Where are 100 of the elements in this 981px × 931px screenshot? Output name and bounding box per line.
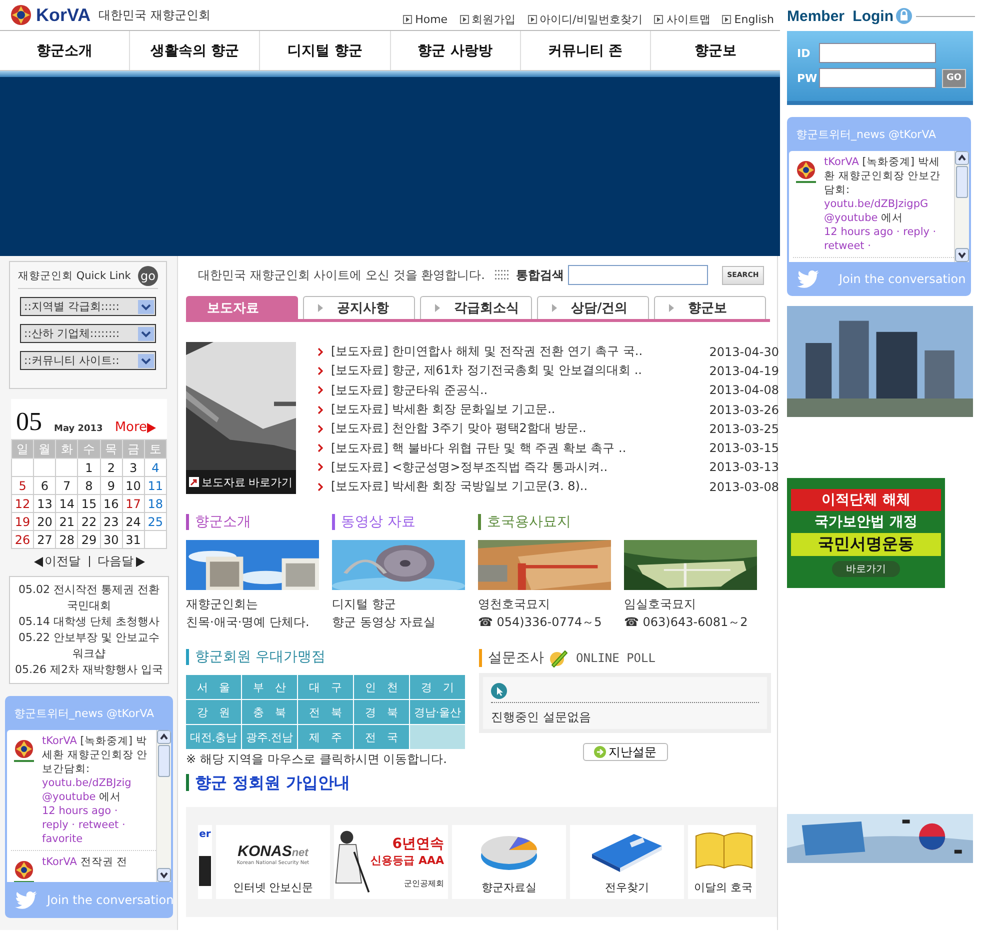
calendar-date[interactable]: 25	[144, 512, 166, 530]
id-field[interactable]	[819, 43, 936, 63]
calendar-date[interactable]: 13	[34, 494, 56, 512]
tab[interactable]: 각급회소식	[420, 296, 532, 319]
section-title[interactable]: 향군 정회원 가입안내	[186, 774, 355, 792]
header-link[interactable]: English	[722, 12, 774, 26]
schedule-item[interactable]: 05.22 안보부장 및 안보교수 워크샵	[12, 630, 166, 662]
news-link[interactable]: [보도자료] 핵 불바다 위협 규탄 및 핵 주권 확보 촉구 ..	[331, 440, 710, 457]
banner-card[interactable]: 전우찾기	[570, 825, 684, 900]
calendar-date[interactable]: 18	[144, 494, 166, 512]
calendar-date[interactable]: 17	[122, 494, 144, 512]
calendar-date[interactable]: 2	[100, 458, 122, 476]
calendar-date[interactable]: 9	[100, 476, 122, 494]
calendar-date[interactable]: 21	[56, 512, 78, 530]
weekday-header: 화	[56, 440, 78, 458]
tweet-link[interactable]: youtu.be/dZBJzig	[42, 777, 132, 789]
calendar-date[interactable]: 14	[56, 494, 78, 512]
go-button[interactable]: go	[138, 266, 158, 286]
mention-link[interactable]: @youtube	[42, 791, 96, 803]
dropdown[interactable]: ::지역별 각급회:::::	[20, 297, 156, 316]
calendar-date[interactable]: 11	[144, 476, 166, 494]
banner-card[interactable]: er	[198, 825, 212, 900]
nav-item[interactable]: 향군보	[650, 31, 780, 70]
news-link[interactable]: [보도자료] <향군성명>정부조직법 즉각 통과시켜..	[331, 458, 710, 476]
calendar-date[interactable]: 1	[78, 458, 100, 476]
more-link[interactable]: More	[114, 420, 156, 437]
nav-item[interactable]: 향군 사랑방	[390, 31, 520, 70]
schedule-item[interactable]: 05.02 전시작전 통제권 전환 국민대회	[12, 582, 166, 614]
scroll-thumb[interactable]	[956, 166, 968, 198]
header-link[interactable]: 사이트맵	[654, 12, 710, 26]
nav-item[interactable]: 생활속의 향군	[129, 31, 260, 70]
tab[interactable]: 상담/건의	[537, 296, 649, 319]
news-link[interactable]: [보도자료] 향군, 제61차 정기전국총회 및 안보결의대회 ..	[331, 362, 710, 380]
password-field[interactable]	[819, 68, 936, 88]
nav-item[interactable]: 커뮤니티 존	[520, 31, 650, 70]
weekday-header: 월	[34, 440, 56, 458]
news-link[interactable]: [보도자료] 박세환 회장 문화일보 기고문..	[331, 401, 710, 418]
scroll-thumb[interactable]	[158, 745, 170, 777]
ad-banner[interactable]: 6년연속 신용등급 AAA 군인공제회	[334, 825, 448, 900]
tweet-user-link[interactable]: tKorVA	[824, 156, 859, 168]
calendar-date[interactable]: 15	[78, 494, 100, 512]
scrollbar[interactable]	[954, 151, 969, 262]
calendar-date[interactable]: 3	[122, 458, 144, 476]
banner-card[interactable]: 이달의 호국	[688, 825, 756, 900]
calendar-date[interactable]: 19	[12, 512, 34, 530]
schedule-item[interactable]: 05.14 대학생 단체 초청행사	[12, 614, 166, 630]
login-button[interactable]: GO	[942, 68, 966, 88]
campaign-banner[interactable]: 이적단체 해체 국가보안법 개정 국민서명운동 바로가기	[787, 478, 945, 588]
nav-item[interactable]: 디지털 향군	[259, 31, 390, 70]
calendar-date[interactable]: 7	[56, 476, 78, 494]
scrollbar[interactable]	[156, 730, 171, 882]
news-link[interactable]: [보도자료] 향군타워 준공식..	[331, 382, 710, 399]
tab[interactable]: 공지사항	[303, 296, 415, 319]
search-field[interactable]	[568, 265, 708, 285]
tweet-action-link[interactable]: retweet ·	[78, 819, 126, 831]
scroll-down-icon[interactable]	[157, 868, 171, 882]
scroll-up-icon[interactable]	[157, 730, 171, 744]
tweet-user-link[interactable]: tKorVA	[42, 856, 77, 868]
dropdown[interactable]: ::산하 기업체::::::::	[20, 324, 156, 343]
logo-text[interactable]: KorVA	[36, 4, 91, 26]
calendar-date[interactable]: 24	[122, 512, 144, 530]
past-polls-button[interactable]: 지난설문	[582, 743, 668, 762]
header-link[interactable]: Home	[403, 12, 448, 26]
news-link[interactable]: [보도자료] 천안함 3주기 맞아 평택2함대 방문..	[331, 420, 710, 438]
mention-link[interactable]: @youtube	[824, 212, 878, 224]
banner-card[interactable]: 향군자료실	[452, 825, 566, 900]
tweet-action-link[interactable]: favorite	[42, 833, 83, 845]
calendar-date[interactable]: 23	[100, 512, 122, 530]
dots-icon	[494, 270, 511, 280]
calendar-date[interactable]: 16	[100, 494, 122, 512]
section-title: 동영상 자료	[332, 514, 465, 530]
calendar-date[interactable]: 22	[78, 512, 100, 530]
calendar-date[interactable]: 20	[34, 512, 56, 530]
news-link[interactable]: [보도자료] 박세환 회장 국방일보 기고문(3. 8)..	[331, 478, 710, 496]
tweet-user-link[interactable]: tKorVA	[42, 735, 77, 747]
calendar-date[interactable]: 6	[34, 476, 56, 494]
schedule-item[interactable]: 05.26 제2차 재박향행사 입국	[12, 662, 166, 678]
tweet-link[interactable]: youtu.be/dZBJzigpG	[824, 198, 928, 210]
calendar-date[interactable]: 5	[12, 476, 34, 494]
tweet-action-link[interactable]: reply ·	[903, 226, 936, 238]
news-link[interactable]: [보도자료] 한미연합사 해체 및 전작권 전환 연기 촉구 국..	[331, 343, 710, 360]
calendar-date[interactable]: 12	[12, 494, 34, 512]
scroll-up-icon[interactable]	[955, 151, 969, 165]
header-link[interactable]: 회원가입	[460, 12, 516, 26]
next-month-link[interactable]: 다음달	[98, 553, 144, 570]
tweet-action-link[interactable]: reply ·	[42, 819, 76, 831]
dropdown[interactable]: ::커뮤니티 사이트::	[20, 351, 156, 370]
tweet-action-link[interactable]: retweet ·	[824, 240, 871, 252]
cemetery-name[interactable]: 임실호국묘지	[624, 595, 757, 614]
scroll-down-icon[interactable]	[955, 248, 969, 262]
calendar-date[interactable]: 10	[122, 476, 144, 494]
nav-item[interactable]: 향군소개	[0, 31, 130, 70]
header-link[interactable]: 아이디/비밀번호찾기	[528, 12, 642, 26]
tab[interactable]: 향군보	[654, 296, 766, 319]
calendar-date[interactable]: 4	[144, 458, 166, 476]
cemetery-name[interactable]: 영천호국묘지	[478, 595, 611, 614]
news-shortcut-link[interactable]: 보도자료 바로가기	[186, 470, 296, 494]
card-caption: 향군자료실	[482, 880, 536, 896]
calendar-date[interactable]: 8	[78, 476, 100, 494]
prev-month-link[interactable]: 이전달	[34, 553, 80, 570]
